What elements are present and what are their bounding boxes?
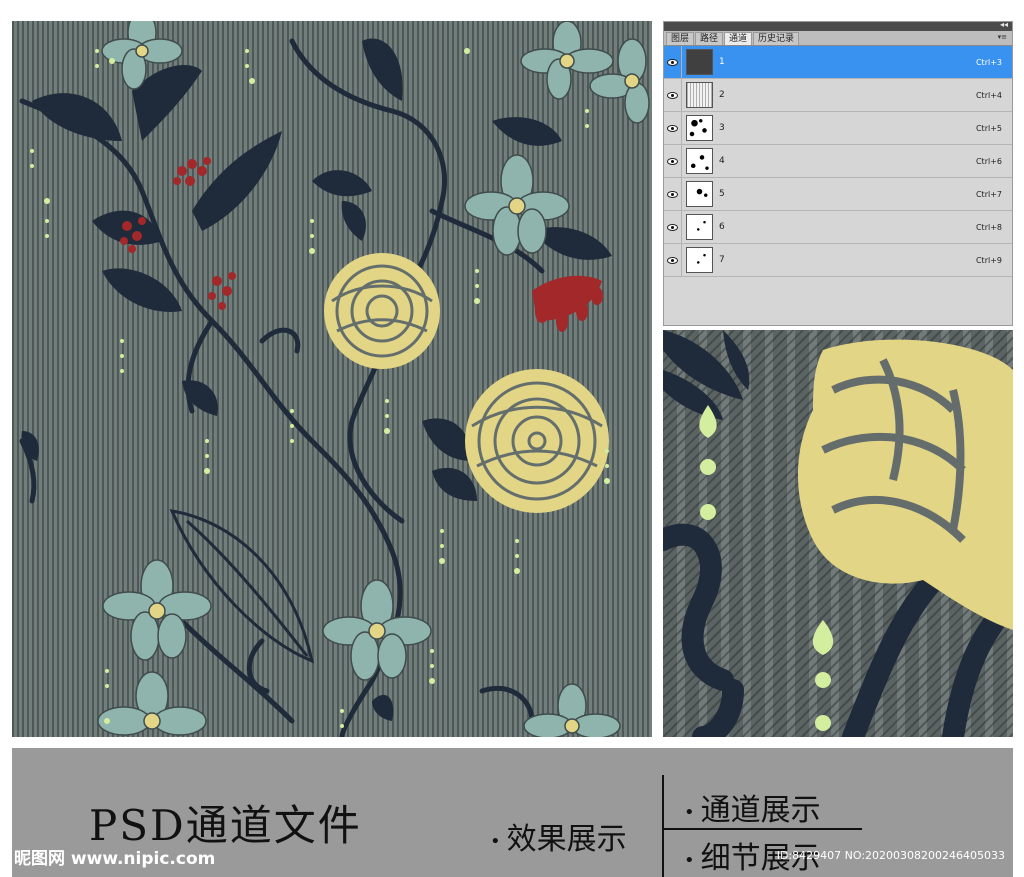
channel-name: 2 — [719, 90, 725, 100]
site-watermark: 昵图网 www.nipic.com — [14, 849, 216, 869]
floral-pattern-artwork — [19, 21, 650, 737]
detail-yellow-flower — [798, 339, 1013, 630]
effect-label: • 效果展示 — [490, 814, 627, 858]
channel-thumbnail — [686, 247, 713, 273]
tab-paths[interactable]: 路径 — [695, 32, 724, 45]
channel-row-6[interactable]: 6 Ctrl+8 — [664, 211, 1012, 244]
channel-shortcut: Ctrl+6 — [975, 156, 1002, 166]
channel-name: 1 — [719, 57, 725, 67]
channel-thumbnail — [686, 82, 713, 108]
panel-menu-icon[interactable]: ▾≡ — [998, 33, 1007, 41]
detail-preview — [663, 330, 1013, 737]
vine-stems — [19, 38, 545, 737]
eye-icon[interactable] — [664, 244, 682, 276]
channel-row-2[interactable]: 2 Ctrl+4 — [664, 79, 1012, 112]
channel-thumbnail — [686, 115, 713, 141]
tab-layers[interactable]: 图层 — [666, 32, 695, 45]
channel-row-5[interactable]: 5 Ctrl+7 — [664, 178, 1012, 211]
bullet-icon: • — [490, 830, 501, 852]
channel-shortcut: Ctrl+7 — [975, 189, 1002, 199]
channel-row-3[interactable]: 3 Ctrl+5 — [664, 112, 1012, 145]
eye-icon[interactable] — [664, 211, 682, 243]
bullet-icon: • — [684, 801, 695, 823]
caption-bar: PSD通道文件 • 效果展示 • 通道展示 • 细节展示 昵图网 www.nipic.… — [12, 748, 1013, 877]
eye-icon[interactable] — [664, 178, 682, 210]
channel-shortcut: Ctrl+3 — [975, 57, 1002, 67]
detail-dark-leaves — [663, 330, 750, 420]
divider-vertical — [662, 775, 664, 877]
feather-leaf — [169, 509, 315, 664]
detail-artwork — [663, 330, 1013, 737]
channel-thumbnail — [686, 214, 713, 240]
channel-list: 1 Ctrl+3 2 Ctrl+4 3 Ctrl+5 4 Ctrl+6 5 Ct… — [664, 46, 1012, 277]
channel-shortcut: Ctrl+5 — [975, 123, 1002, 133]
panel-tabs: 图层 路径 通道 历史记录 ▾≡ — [664, 31, 1012, 46]
channel-name: 6 — [719, 222, 725, 232]
channel-thumbnail — [686, 181, 713, 207]
eye-icon[interactable] — [664, 145, 682, 177]
channel-row-1[interactable]: 1 Ctrl+3 — [664, 46, 1012, 79]
channel-label-text: 通道展示 — [700, 793, 821, 828]
channel-shortcut: Ctrl+4 — [975, 90, 1002, 100]
tab-channels[interactable]: 通道 — [724, 32, 753, 45]
effect-label-text: 效果展示 — [506, 822, 627, 857]
channel-name: 4 — [719, 156, 725, 166]
channel-name: 5 — [719, 189, 725, 199]
pattern-preview — [12, 21, 652, 737]
channel-label: • 通道展示 — [684, 785, 821, 829]
eye-icon[interactable] — [664, 79, 682, 111]
channel-shortcut: Ctrl+9 — [975, 255, 1002, 265]
channel-name: 7 — [719, 255, 725, 265]
panel-title-bar: ◂◂ — [664, 20, 1012, 31]
channel-thumbnail — [686, 49, 713, 75]
channel-thumbnail — [686, 148, 713, 174]
eye-icon[interactable] — [664, 46, 682, 78]
channel-row-4[interactable]: 4 Ctrl+6 — [664, 145, 1012, 178]
channel-shortcut: Ctrl+8 — [975, 222, 1002, 232]
bullet-icon: • — [684, 849, 695, 871]
image-id: ID:8429407 NO:20200308200246405033 — [776, 849, 1005, 862]
channel-name: 3 — [719, 123, 725, 133]
eye-icon[interactable] — [664, 112, 682, 144]
channels-panel: ◂◂ 图层 路径 通道 历史记录 ▾≡ 1 Ctrl+3 2 Ctrl+4 3 … — [663, 20, 1013, 326]
double-chevron-icon[interactable]: ◂◂ — [1000, 20, 1008, 30]
tab-history[interactable]: 历史记录 — [753, 32, 800, 45]
channel-row-7[interactable]: 7 Ctrl+9 — [664, 244, 1012, 277]
